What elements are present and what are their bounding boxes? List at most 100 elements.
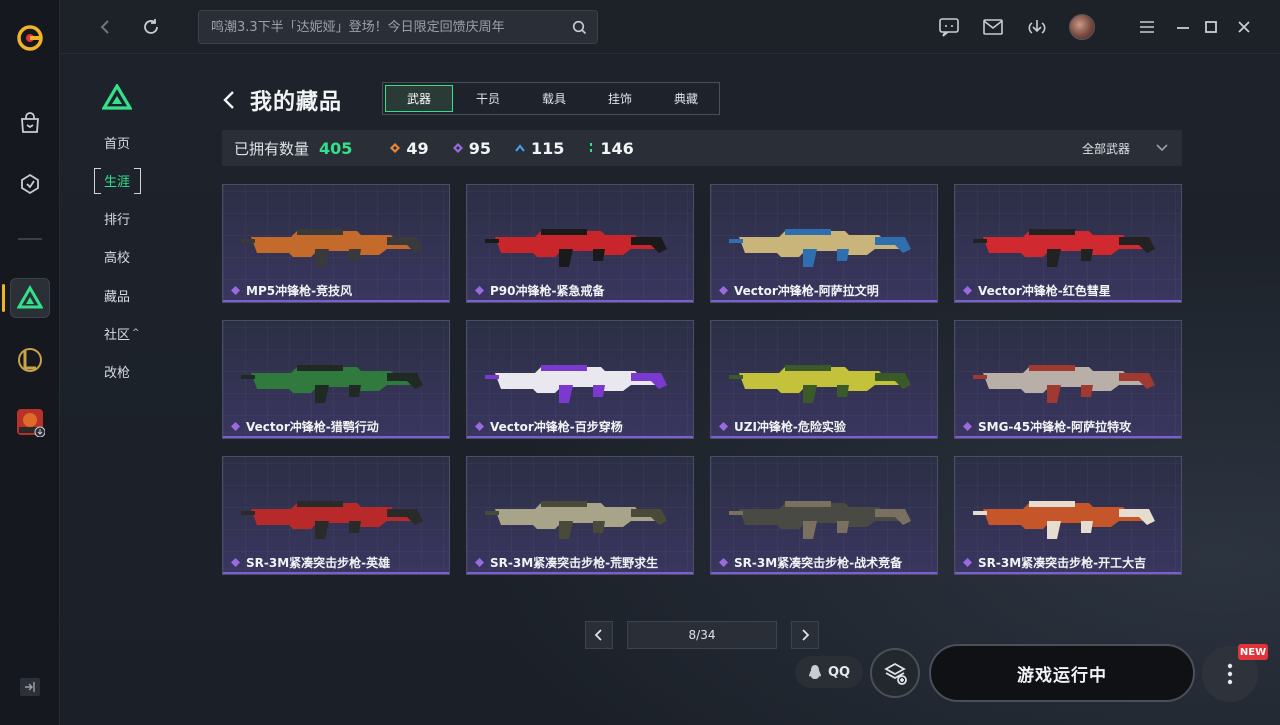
next-page-button[interactable] (791, 621, 819, 649)
weapon-card[interactable]: P90冲锋枪-紧急戒备 (466, 184, 694, 303)
weapon-card[interactable]: SR-3M紧凑突击步枪-荒野求生 (466, 456, 694, 575)
search-icon[interactable] (572, 20, 587, 39)
prev-page-button[interactable] (585, 621, 613, 649)
subnav-label: 高校 (104, 250, 131, 266)
weapon-part (315, 249, 329, 267)
weapon-filter-dropdown[interactable]: 全部武器 (1082, 130, 1168, 166)
weapon-part (1029, 501, 1075, 507)
weapon-part (1047, 521, 1061, 539)
weapon-name: MP5冲锋枪-竞技风 (246, 284, 353, 298)
tab-vehicles[interactable]: 载具 (521, 83, 587, 114)
weapon-card[interactable]: SR-3M紧凑突击步枪-英雄 (222, 456, 450, 575)
weapon-part (1081, 249, 1093, 261)
tier-count: 115 (530, 138, 565, 158)
weapon-part (593, 521, 605, 533)
active-app-indicator (2, 284, 5, 312)
layers-button[interactable] (870, 648, 920, 698)
tab-operators[interactable]: 干员 (455, 83, 521, 114)
weapon-image (241, 365, 423, 403)
rarity-diamond-icon (231, 286, 240, 295)
back-arrow-icon[interactable] (222, 86, 244, 114)
weapon-card[interactable]: Vector冲锋枪-百步穿杨 (466, 320, 694, 439)
nba-2k-online-icon[interactable] (10, 402, 50, 442)
qq-button[interactable]: QQ (795, 656, 863, 688)
weapon-name: SMG-45冲锋枪-阿萨拉特攻 (978, 420, 1132, 434)
weapon-part (1029, 229, 1075, 235)
rarity-diamond-icon (475, 286, 484, 295)
weapon-card[interactable]: UZI冲锋枪-危险实验 (710, 320, 938, 439)
weapon-card[interactable]: MP5冲锋枪-竞技风 (222, 184, 450, 303)
delta-force-app-icon[interactable] (10, 278, 50, 318)
weapon-card[interactable]: SR-3M紧凑突击步枪-开工大吉 (954, 456, 1182, 575)
subnav-label: 生涯 (104, 174, 131, 190)
subnav-item-community[interactable]: 社区 ^ (96, 321, 156, 345)
weapon-name: SR-3M紧凑突击步枪-开工大吉 (978, 556, 1147, 570)
mail-icon[interactable] (981, 15, 1005, 39)
weapon-part (241, 239, 255, 243)
chevron-down-icon (1156, 141, 1168, 155)
close-icon[interactable] (1232, 15, 1256, 39)
tab-collectibles[interactable]: 典藏 (653, 83, 719, 114)
subnav-item-gunsmith[interactable]: 改枪 (96, 359, 156, 383)
game-controller-icon[interactable] (10, 164, 50, 204)
subnav-item-ranking[interactable]: 排行 (96, 206, 156, 230)
rarity-diamond-icon (475, 422, 484, 431)
search-input[interactable] (211, 19, 561, 35)
menu-icon[interactable] (1135, 15, 1159, 39)
minimize-icon[interactable] (1171, 15, 1195, 39)
tab-charms[interactable]: 挂饰 (587, 83, 653, 114)
subnav-item-campus[interactable]: 高校 (96, 244, 156, 268)
qq-label: QQ (827, 664, 851, 680)
weapon-part (541, 229, 587, 235)
tier-stat-orange: 49 (390, 139, 429, 158)
weapon-part (387, 373, 423, 389)
subnav-item-career[interactable]: 生涯 (94, 168, 156, 194)
rarity-diamond-icon (719, 558, 728, 567)
tab-weapons[interactable]: 武器 (385, 85, 453, 112)
rail-divider (18, 238, 42, 240)
maximize-icon[interactable] (1199, 15, 1223, 39)
tier-count: 95 (468, 138, 491, 158)
caret-up-icon: ^ (132, 328, 140, 338)
new-badge: NEW (1238, 644, 1268, 660)
message-bubble-icon[interactable] (937, 15, 961, 39)
weapon-name: SR-3M紧凑突击步枪-英雄 (246, 556, 391, 570)
weapon-card[interactable]: Vector冲锋枪-阿萨拉文明 (710, 184, 938, 303)
weapon-part (559, 249, 573, 267)
weapon-card[interactable]: Vector冲锋枪-红色彗星 (954, 184, 1182, 303)
download-icon[interactable] (1025, 15, 1049, 39)
weapon-name: Vector冲锋枪-百步穿杨 (490, 420, 623, 434)
category-tabs: 武器 干员 载具 挂饰 典藏 (382, 82, 720, 115)
weapon-part (785, 365, 831, 371)
weapon-image (485, 229, 667, 267)
collapse-sidebar-icon[interactable] (20, 678, 40, 696)
weapon-image (241, 501, 423, 539)
search-box[interactable] (198, 10, 598, 44)
weapon-part (785, 229, 831, 235)
subnav-item-home[interactable]: 首页 (96, 130, 156, 154)
weapon-part (349, 385, 361, 397)
weapon-part (485, 239, 499, 243)
weapon-part (1119, 509, 1155, 525)
weapon-part (875, 509, 911, 525)
game-running-button[interactable]: 游戏运行中 (929, 644, 1195, 702)
back-nav-icon[interactable] (92, 14, 118, 40)
refresh-icon[interactable] (138, 14, 164, 40)
subnav-item-collection[interactable]: 藏品 (96, 283, 156, 307)
store-bag-icon[interactable] (10, 103, 50, 143)
rarity-diamond-icon (963, 286, 972, 295)
weapon-part (1119, 237, 1155, 253)
weapon-card[interactable]: SMG-45冲锋枪-阿萨拉特攻 (954, 320, 1182, 439)
weapon-part (973, 239, 987, 243)
weapon-card[interactable]: SR-3M紧凑突击步枪-战术竞备 (710, 456, 938, 575)
weapon-card[interactable]: Vector冲锋枪-猎鹗行动 (222, 320, 450, 439)
weapon-part (349, 521, 361, 533)
user-avatar[interactable] (1069, 14, 1095, 40)
weapon-image (485, 501, 667, 539)
blue-chevron-icon (515, 143, 525, 153)
subnav-label: 首页 (104, 136, 131, 152)
league-of-legends-icon[interactable] (10, 340, 50, 380)
app-logo-icon[interactable] (10, 18, 50, 58)
weapon-part (315, 521, 329, 539)
weapon-name: Vector冲锋枪-阿萨拉文明 (734, 284, 879, 298)
